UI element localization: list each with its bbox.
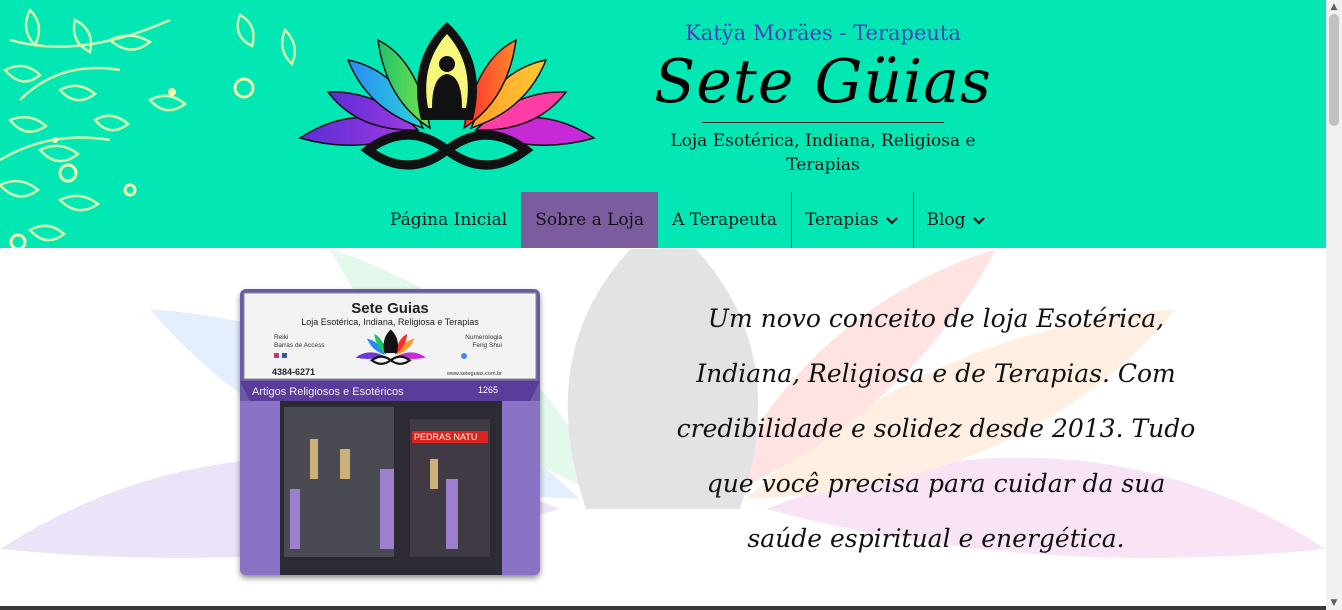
site-header: Katÿa Moräes - Terapeuta Sete Güias Loja…	[0, 0, 1326, 248]
site-subtitle: Katÿa Moräes - Terapeuta	[685, 21, 961, 45]
brand-block: Katÿa Moräes - Terapeuta Sete Güias Loja…	[640, 18, 1006, 177]
scroll-down-arrow-icon[interactable]: ▼	[1326, 596, 1342, 610]
bottom-edge	[0, 606, 1326, 610]
scroll-up-arrow-icon[interactable]: ▲	[1326, 0, 1342, 14]
main-content: Sete Guias Loja Esotérica, Indiana, Reli…	[0, 249, 1326, 610]
intro-paragraph: Um novo conceito de loja Esotérica, Indi…	[676, 304, 1196, 553]
sign-service: Reiki	[274, 334, 288, 341]
vertical-scrollbar[interactable]: ▲ ▼	[1326, 0, 1342, 610]
nav-item-pagina-inicial[interactable]: Página Inicial	[376, 192, 521, 248]
main-nav: Página Inicial Sobre a Loja A Terapeuta …	[376, 192, 1000, 248]
nav-item-label: Página Inicial	[390, 210, 508, 230]
nav-item-label: Sobre a Loja	[535, 210, 645, 230]
sign-subtitle: Loja Esotérica, Indiana, Religiosa e Ter…	[301, 317, 479, 327]
nav-item-a-terapeuta[interactable]: A Terapeuta	[658, 192, 791, 248]
sign-service: Feng Shui	[472, 342, 502, 349]
store-photo[interactable]: Sete Guias Loja Esotérica, Indiana, Reli…	[240, 289, 540, 575]
window-sign: PEDRAS NATU	[414, 432, 477, 442]
sign-service: Barras de Access	[274, 342, 325, 349]
sign-title: Sete Guias	[351, 300, 429, 317]
nav-item-label: Terapias	[804, 210, 879, 230]
leaf-pattern-icon	[0, 7, 297, 248]
lotus-meditation-logo-icon[interactable]	[298, 20, 596, 172]
nav-item-sobre-a-loja[interactable]: Sobre a Loja	[521, 192, 659, 248]
nav-item-label: Blog	[926, 210, 966, 230]
chevron-down-icon	[972, 217, 985, 225]
site-title[interactable]: Sete Güias	[640, 48, 1006, 116]
nav-item-terapias[interactable]: Terapias	[790, 192, 913, 248]
sign-phone: 4384-6271	[272, 367, 315, 377]
storefront-number: 1265	[478, 385, 498, 395]
storefront-image: Sete Guias Loja Esotérica, Indiana, Reli…	[240, 289, 540, 575]
nav-item-label: A Terapeuta	[672, 210, 777, 230]
nav-item-blog[interactable]: Blog	[912, 192, 1000, 248]
awning-text: Artigos Religiosos e Esotéricos	[252, 386, 404, 398]
scroll-thumb[interactable]	[1329, 14, 1339, 126]
title-divider	[702, 122, 944, 123]
sign-service: Numerologia	[465, 334, 502, 341]
sign-website: www.seteguias.com.br	[446, 371, 502, 377]
chevron-down-icon	[885, 217, 898, 225]
site-tagline: Loja Esotérica, Indiana, Religiosa e Ter…	[670, 131, 976, 175]
